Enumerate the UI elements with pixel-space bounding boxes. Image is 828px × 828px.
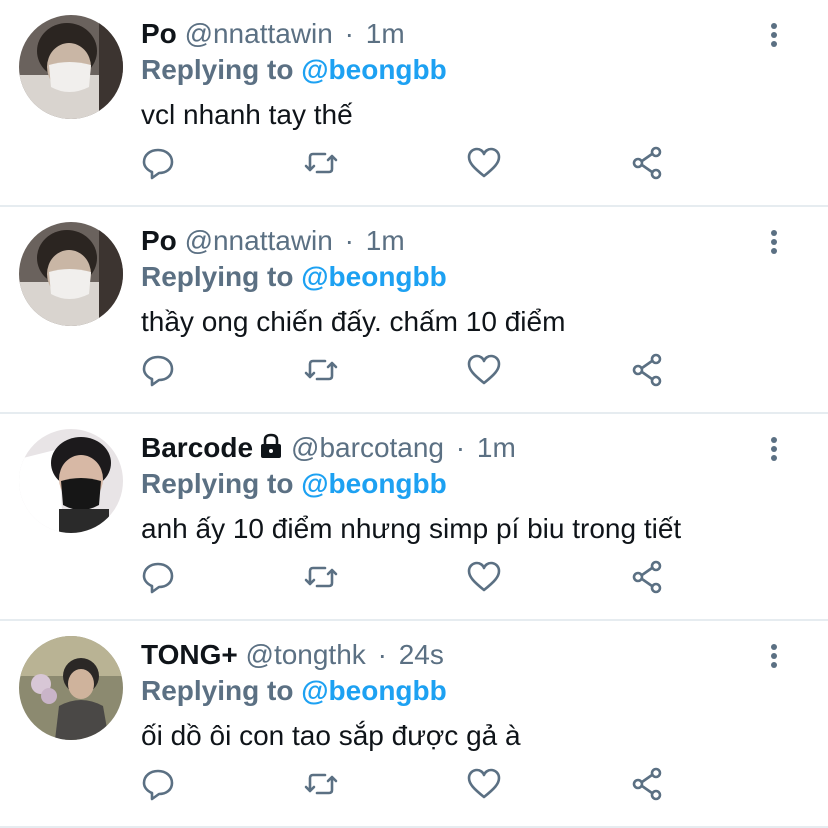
tweet-header: TONG+ @tongthk · 24s [141,638,444,672]
tweet-text: anh ấy 10 điểm nhưng simp pí biu trong t… [141,513,682,544]
reply-icon[interactable] [138,350,178,390]
separator-dot: · [455,432,466,463]
like-icon[interactable] [464,350,504,390]
timestamp[interactable]: 24s [399,639,444,670]
share-icon[interactable] [628,764,668,804]
retweet-icon[interactable] [301,350,341,390]
mention-link[interactable]: @beongbb [301,468,447,499]
like-icon[interactable] [464,143,504,183]
replying-to-line: Replying to @beongbb [141,53,447,87]
avatar[interactable] [19,429,123,533]
separator-dot: · [344,225,354,256]
retweet-icon[interactable] [301,143,341,183]
lock-icon [259,433,283,467]
timestamp[interactable]: 1m [477,432,516,463]
tweet-text: thầy ong chiến đấy. chấm 10 điểm [141,306,566,337]
more-icon[interactable] [762,641,786,673]
replying-to-line: Replying to @beongbb [141,674,447,708]
display-name[interactable]: Po [141,225,177,256]
user-handle[interactable]: @nnattawin [185,225,333,256]
separator-dot: · [377,639,387,670]
replying-to-label: Replying to [141,468,294,499]
display-name[interactable]: Po [141,18,177,49]
mention-link[interactable]: @beongbb [301,261,447,292]
reply-icon[interactable] [138,764,178,804]
separator-dot: · [344,18,354,49]
tweet-header: Po @nnattawin · 1m [141,224,405,258]
share-icon[interactable] [628,557,668,597]
like-icon[interactable] [464,557,504,597]
replying-to-label: Replying to [141,261,294,292]
avatar[interactable] [19,15,123,119]
user-handle[interactable]: @tongthk [246,639,366,670]
mention-link[interactable]: @beongbb [301,54,447,85]
reply-icon[interactable] [138,557,178,597]
more-icon[interactable] [762,20,786,52]
avatar[interactable] [19,636,123,740]
display-name[interactable]: Barcode [141,432,253,463]
display-name[interactable]: TONG+ [141,639,238,670]
retweet-icon[interactable] [301,557,341,597]
mention-link[interactable]: @beongbb [301,675,447,706]
tweet-header: Po @nnattawin · 1m [141,17,405,51]
more-icon[interactable] [762,434,786,466]
share-icon[interactable] [628,350,668,390]
tweet[interactable]: Barcode @barcotang · 1m Replying to @beon… [0,414,828,621]
reply-icon[interactable] [138,143,178,183]
replying-to-line: Replying to @beongbb [141,260,447,294]
user-handle[interactable]: @barcotang [291,432,444,463]
retweet-icon[interactable] [301,764,341,804]
tweet-header: Barcode @barcotang · 1m [141,431,516,467]
replying-to-label: Replying to [141,675,294,706]
like-icon[interactable] [464,764,504,804]
avatar[interactable] [19,222,123,326]
timestamp[interactable]: 1m [366,18,405,49]
tweet[interactable]: TONG+ @tongthk · 24s Replying to @beongb… [0,621,828,828]
timestamp[interactable]: 1m [366,225,405,256]
more-icon[interactable] [762,227,786,259]
user-handle[interactable]: @nnattawin [185,18,333,49]
tweet[interactable]: Po @nnattawin · 1m Replying to @beongbb … [0,207,828,414]
replying-to-label: Replying to [141,54,294,85]
tweet-text: ối dồ ôi con tao sắp được gả à [141,720,521,751]
replying-to-line: Replying to @beongbb [141,467,447,501]
tweet[interactable]: Po @nnattawin · 1m Replying to @beongbb … [0,0,828,207]
tweet-text: vcl nhanh tay thế [141,99,353,130]
share-icon[interactable] [628,143,668,183]
